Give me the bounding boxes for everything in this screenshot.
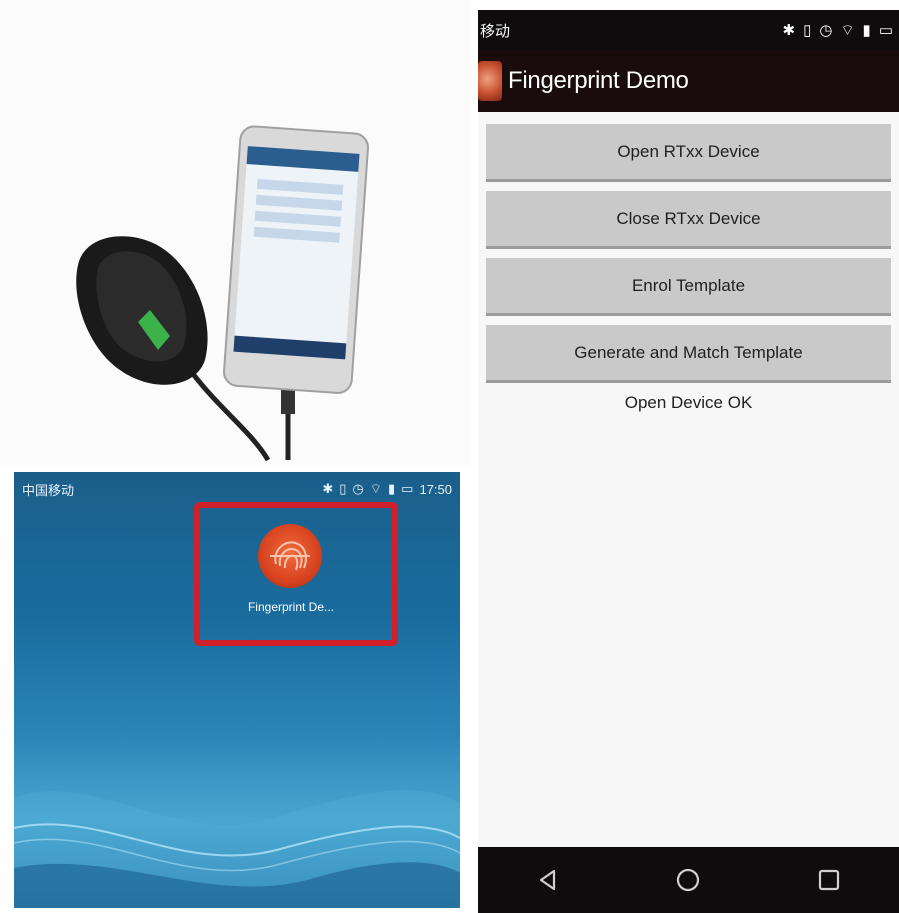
- recents-icon: [818, 869, 839, 891]
- alarm-icon: ◷: [819, 22, 833, 39]
- app-carrier: 移动: [480, 22, 511, 40]
- app-screen: 移动 ✱ ▯ ◷ ⌔ ▮ ▭ Fingerprint Demo Open RTx…: [478, 10, 899, 913]
- device-status-message: Open Device OK: [624, 393, 753, 412]
- device-photo-illustration: [76, 125, 369, 462]
- app-title-bar: Fingerprint Demo: [478, 50, 899, 112]
- wallpaper-waves: [14, 790, 460, 908]
- back-icon: [540, 869, 556, 891]
- bluetooth-icon: ✱: [322, 481, 334, 496]
- app-icon-label[interactable]: Fingerprint De...: [228, 600, 354, 614]
- alarm-icon: ◷: [352, 481, 364, 496]
- fingerprint-reader-image: [76, 236, 208, 385]
- close-device-button[interactable]: Close RTxx Device: [486, 191, 891, 249]
- phone-image: [223, 125, 369, 394]
- recents-button[interactable]: [811, 862, 847, 898]
- home-time: 17:50: [419, 481, 452, 497]
- home-carrier: 中国移动: [22, 482, 75, 498]
- android-nav-bar: [478, 847, 899, 913]
- app-logo-icon: [478, 61, 502, 101]
- vibrate-icon: ▯: [339, 481, 347, 496]
- home-status-bar: 中国移动 ✱ ▯ ◷ ⌔ ▮ ▭ 17:50: [14, 472, 460, 506]
- fingerprint-app-icon[interactable]: [258, 524, 322, 588]
- action-buttons: Open RTxx Device Close RTxx Device Enrol…: [478, 112, 899, 383]
- wifi-icon: ⌔: [369, 481, 382, 496]
- home-icon: [677, 868, 700, 892]
- signal-icon: ▮: [862, 22, 871, 39]
- fingerprint-icon: [270, 541, 310, 571]
- home-screen: 中国移动 ✱ ▯ ◷ ⌔ ▮ ▭ 17:50 Fingerprint De...: [14, 472, 460, 908]
- product-photo: [0, 0, 470, 465]
- home-button[interactable]: [670, 862, 706, 898]
- battery-icon: ▭: [878, 22, 893, 39]
- open-device-button[interactable]: Open RTxx Device: [486, 124, 891, 182]
- app-title: Fingerprint Demo: [508, 67, 689, 94]
- app-status-bar: 移动 ✱ ▯ ◷ ⌔ ▮ ▭: [478, 10, 899, 50]
- battery-icon: ▭: [401, 481, 414, 496]
- wifi-icon: ⌔: [840, 21, 855, 39]
- enrol-template-button[interactable]: Enrol Template: [486, 258, 891, 316]
- bluetooth-icon: ✱: [782, 22, 796, 39]
- back-button[interactable]: [530, 862, 566, 898]
- generate-match-template-button[interactable]: Generate and Match Template: [486, 325, 891, 383]
- signal-icon: ▮: [388, 481, 396, 496]
- vibrate-icon: ▯: [803, 22, 812, 39]
